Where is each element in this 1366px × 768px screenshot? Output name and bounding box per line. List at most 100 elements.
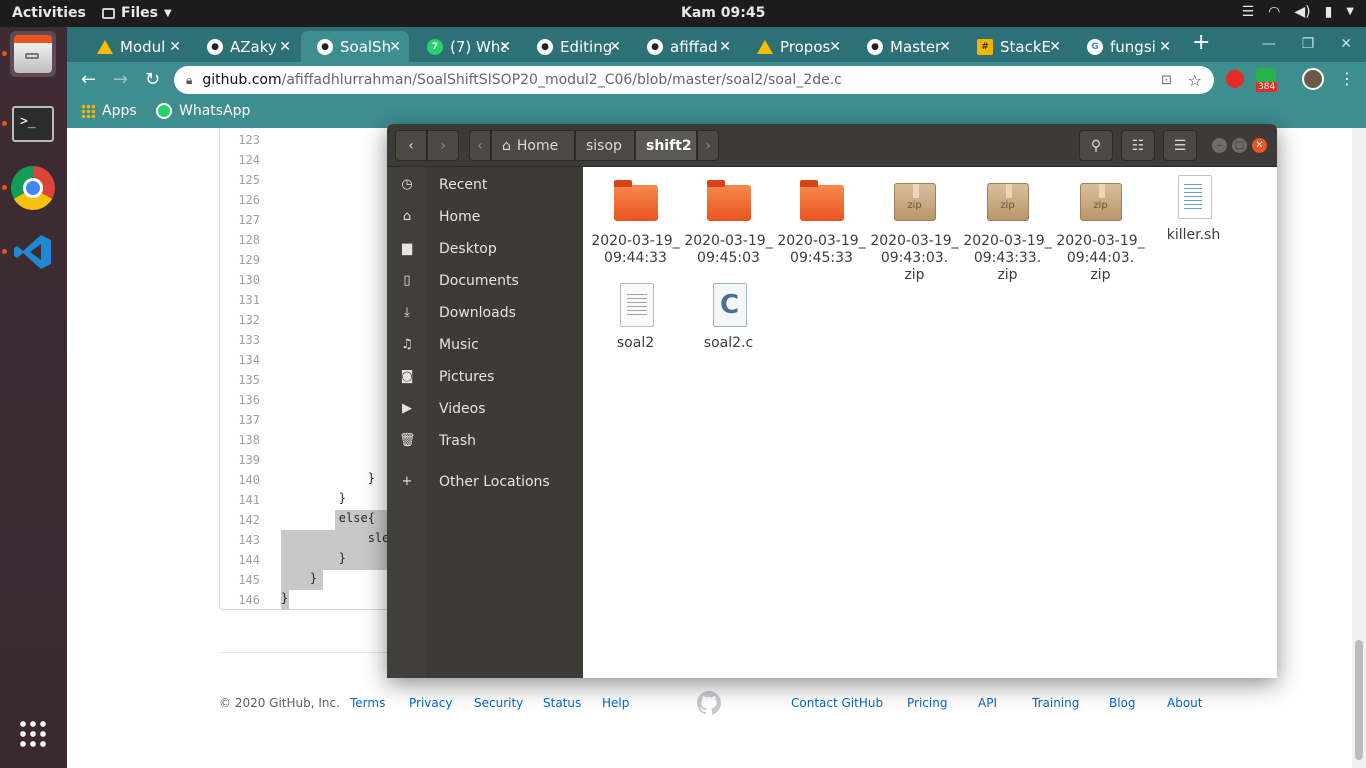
close-tab-icon[interactable]: ✕ bbox=[1159, 39, 1171, 55]
bookmark-star-icon[interactable]: ☆ bbox=[1188, 71, 1202, 90]
line-number[interactable]: 125 bbox=[220, 173, 260, 187]
footer-link-security[interactable]: Security bbox=[474, 696, 523, 710]
file-item-folder[interactable]: 2020-03-19_ 09:45:03 bbox=[682, 179, 775, 267]
tab-1[interactable]: ● AZaky ✕ bbox=[191, 31, 299, 62]
sidebar-item-desktop[interactable]: ▆ Desktop bbox=[387, 235, 583, 265]
line-number[interactable]: 145 bbox=[220, 573, 260, 587]
maximize-button[interactable]: □ bbox=[1232, 138, 1247, 153]
line-number[interactable]: 137 bbox=[220, 413, 260, 427]
line-number[interactable]: 139 bbox=[220, 453, 260, 467]
line-number[interactable]: 146 bbox=[220, 593, 260, 607]
footer-link-api[interactable]: API bbox=[978, 696, 997, 710]
line-number[interactable]: 128 bbox=[220, 233, 260, 247]
tab-8[interactable]: # StackE ✕ bbox=[961, 31, 1069, 62]
footer-link-status[interactable]: Status bbox=[543, 696, 581, 710]
line-number[interactable]: 141 bbox=[220, 493, 260, 507]
line-number[interactable]: 135 bbox=[220, 373, 260, 387]
close-icon[interactable]: ✕ bbox=[1340, 36, 1352, 52]
menu-button[interactable]: ☰ bbox=[1163, 130, 1197, 161]
forward-button[interactable]: › bbox=[427, 130, 459, 161]
line-number[interactable]: 132 bbox=[220, 313, 260, 327]
tab-9[interactable]: G fungsi ✕ bbox=[1071, 31, 1179, 62]
breadcrumb-home[interactable]: ⌂ Home bbox=[491, 130, 575, 161]
minimize-button[interactable]: – bbox=[1212, 138, 1227, 153]
close-tab-icon[interactable]: ✕ bbox=[279, 39, 291, 55]
sidebar-item-videos[interactable]: ▶ Videos bbox=[387, 395, 583, 425]
back-icon[interactable]: ← bbox=[81, 69, 96, 90]
footer-link-pricing[interactable]: Pricing bbox=[907, 696, 947, 710]
tab-2-active[interactable]: ● SoalSh ✕ bbox=[301, 31, 409, 62]
file-item-script[interactable]: killer.sh bbox=[1147, 173, 1240, 244]
sidebar-item-other-locations[interactable]: + Other Locations bbox=[387, 468, 583, 498]
footer-link-about[interactable]: About bbox=[1167, 696, 1202, 710]
maximize-icon[interactable]: ❐ bbox=[1302, 36, 1315, 52]
scrollbar-thumb[interactable] bbox=[1355, 640, 1363, 760]
file-item-folder[interactable]: 2020-03-19_ 09:44:33 bbox=[589, 179, 682, 267]
close-button[interactable]: ✕ bbox=[1252, 138, 1267, 153]
file-item-zip[interactable]: zip 2020-03-19_ 09:43:03. zip bbox=[868, 179, 961, 284]
tab-4[interactable]: ● Editing ✕ bbox=[521, 31, 629, 62]
line-number[interactable]: 138 bbox=[220, 433, 260, 447]
address-bar[interactable]: 🔒︎ github.com/afiffadhlurrahman/SoalShif… bbox=[174, 66, 1214, 94]
back-button[interactable]: ‹ bbox=[395, 130, 427, 161]
breadcrumb-scroll-right[interactable]: › bbox=[697, 130, 719, 161]
line-number[interactable]: 133 bbox=[220, 333, 260, 347]
github-logo-icon[interactable] bbox=[697, 691, 722, 715]
menu-dots-icon[interactable]: ⋮ bbox=[1339, 69, 1355, 88]
volume-icon[interactable]: ◀) bbox=[1294, 4, 1310, 20]
system-tray[interactable]: ☰ ◠ ◀) ▮ ▼ bbox=[1242, 4, 1354, 20]
file-item-c-source[interactable]: C soal2.c bbox=[682, 281, 775, 352]
bookmark-whatsapp[interactable]: WhatsApp bbox=[156, 103, 250, 119]
bookmark-apps[interactable]: Apps bbox=[81, 103, 137, 119]
dock-vscode[interactable] bbox=[10, 229, 56, 275]
sidebar-item-downloads[interactable]: ⤓ Downloads bbox=[387, 299, 583, 329]
tab-0[interactable]: Modul ✕ bbox=[81, 31, 189, 62]
line-number[interactable]: 140 bbox=[220, 473, 260, 487]
dock-terminal[interactable]: >_ bbox=[10, 101, 56, 147]
sidebar-item-pictures[interactable]: ◙ Pictures bbox=[387, 363, 583, 393]
profile-avatar[interactable] bbox=[1302, 68, 1324, 90]
line-number[interactable]: 131 bbox=[220, 293, 260, 307]
close-tab-icon[interactable]: ✕ bbox=[719, 39, 731, 55]
line-number[interactable]: 127 bbox=[220, 213, 260, 227]
line-number[interactable]: 124 bbox=[220, 153, 260, 167]
sidebar-item-documents[interactable]: ▯ Documents bbox=[387, 267, 583, 297]
line-number[interactable]: 134 bbox=[220, 353, 260, 367]
line-number[interactable]: 144 bbox=[220, 553, 260, 567]
tab-5[interactable]: ● afiffad ✕ bbox=[631, 31, 739, 62]
search-button[interactable]: ⚲ bbox=[1079, 130, 1113, 161]
file-item-folder[interactable]: 2020-03-19_ 09:45:33 bbox=[775, 179, 868, 267]
tab-3[interactable]: 7 (7) Wha ✕ bbox=[411, 31, 519, 62]
tab-6[interactable]: Propos ✕ bbox=[741, 31, 849, 62]
dock-chrome[interactable] bbox=[10, 165, 56, 211]
close-tab-icon[interactable]: ✕ bbox=[829, 39, 841, 55]
close-tab-icon[interactable]: ✕ bbox=[169, 39, 181, 55]
file-item-binary[interactable]: soal2 bbox=[589, 281, 682, 352]
file-item-zip[interactable]: zip 2020-03-19_ 09:44:03. zip bbox=[1054, 179, 1147, 284]
lock-icon[interactable]: 🔒︎ bbox=[186, 73, 192, 88]
tab-7[interactable]: ● Master ✕ bbox=[851, 31, 959, 62]
sidebar-item-trash[interactable]: 🗑︎ Trash bbox=[387, 427, 583, 457]
footer-link-terms[interactable]: Terms bbox=[350, 696, 385, 710]
forward-icon[interactable]: → bbox=[113, 69, 128, 90]
line-number[interactable]: 136 bbox=[220, 393, 260, 407]
close-tab-icon[interactable]: ✕ bbox=[499, 39, 511, 55]
sidebar-item-home[interactable]: ⌂ Home bbox=[387, 203, 583, 233]
caret-down-icon[interactable]: ▼ bbox=[1346, 4, 1354, 20]
extension-red-icon[interactable] bbox=[1226, 70, 1244, 88]
show-applications-button[interactable] bbox=[10, 711, 56, 757]
line-number[interactable]: 123 bbox=[220, 133, 260, 147]
battery-icon[interactable]: ▮ bbox=[1325, 4, 1333, 20]
wifi-icon[interactable]: ◠ bbox=[1268, 4, 1280, 20]
line-number[interactable]: 142 bbox=[220, 513, 260, 527]
footer-link-training[interactable]: Training bbox=[1032, 696, 1079, 710]
line-number[interactable]: 143 bbox=[220, 533, 260, 547]
sidebar-item-recent[interactable]: ◷ Recent bbox=[387, 171, 583, 201]
keyboard-icon[interactable]: ☰ bbox=[1242, 4, 1255, 20]
breadcrumb-shift2[interactable]: shift2 bbox=[635, 130, 697, 161]
line-number[interactable]: 130 bbox=[220, 273, 260, 287]
footer-link-privacy[interactable]: Privacy bbox=[409, 696, 452, 710]
page-scrollbar[interactable] bbox=[1352, 128, 1366, 768]
close-tab-icon[interactable]: ✕ bbox=[389, 39, 401, 55]
app-menu[interactable]: Files ▼ bbox=[102, 5, 172, 21]
